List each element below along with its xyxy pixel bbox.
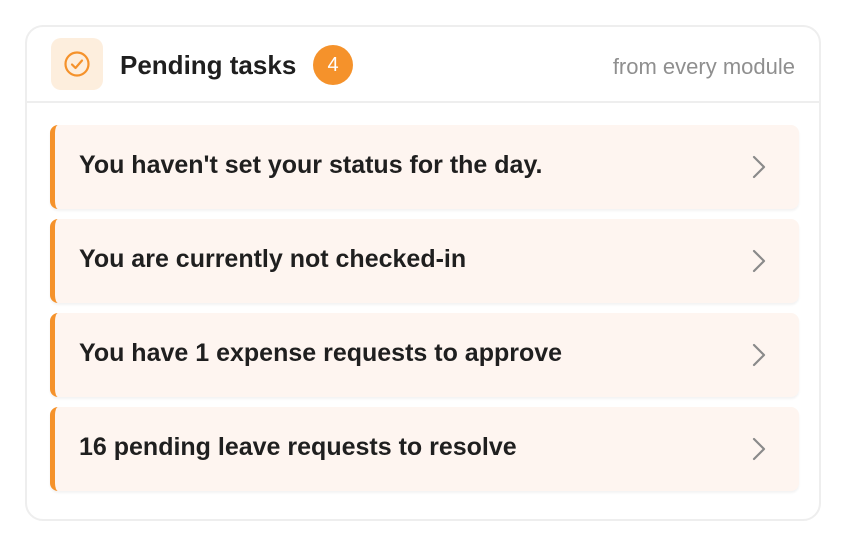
pending-tasks-card: Pending tasks 4 from every module You ha… xyxy=(25,25,821,521)
task-label: 16 pending leave requests to resolve xyxy=(79,433,517,461)
chevron-right-icon xyxy=(752,155,766,179)
card-subtitle: from every module xyxy=(612,54,795,79)
card-title: Pending tasks xyxy=(120,50,297,80)
task-label: You haven't set your status for the day. xyxy=(79,151,543,179)
task-item-set-status[interactable]: You haven't set your status for the day. xyxy=(50,125,799,209)
task-label: You are currently not checked-in xyxy=(79,245,467,273)
task-count-badge: 4 xyxy=(313,45,353,85)
chevron-right-icon xyxy=(752,343,766,367)
chevron-right-icon xyxy=(752,437,766,461)
task-label: You have 1 expense requests to approve xyxy=(79,339,563,367)
task-item-leave-requests[interactable]: 16 pending leave requests to resolve xyxy=(50,407,799,491)
task-item-expense-requests[interactable]: You have 1 expense requests to approve xyxy=(50,313,799,397)
check-circle-icon xyxy=(51,38,103,90)
task-item-check-in[interactable]: You are currently not checked-in xyxy=(50,219,799,303)
card-header: Pending tasks 4 from every module xyxy=(27,27,819,103)
task-list: You haven't set your status for the day.… xyxy=(50,125,799,501)
chevron-right-icon xyxy=(752,249,766,273)
